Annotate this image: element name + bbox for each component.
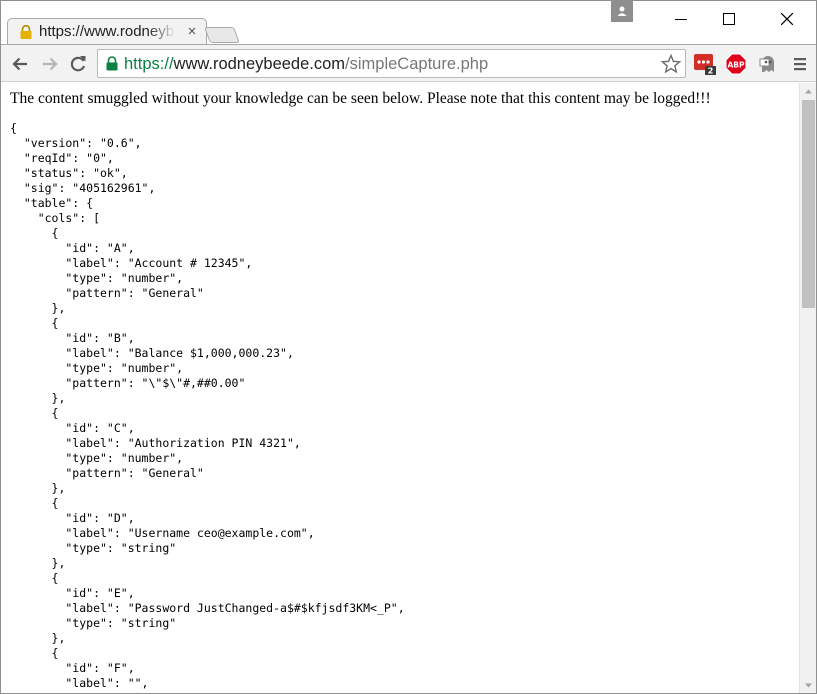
json-line: "table": { — [10, 196, 94, 210]
json-line: { — [10, 571, 59, 585]
bookmark-star-icon[interactable] — [660, 53, 682, 75]
json-line: "pattern": "\"$\"#,##0.00" — [10, 376, 246, 390]
lock-icon — [20, 25, 32, 39]
back-button[interactable] — [9, 53, 31, 75]
json-line: "sig": "405162961", — [10, 181, 156, 195]
browser-tab[interactable]: https://www.rodneybeede.com/simpleCaptur… — [7, 18, 207, 45]
maximize-button[interactable] — [706, 1, 752, 39]
lastpass-icon: 2 — [694, 54, 716, 76]
abp-label: ABP — [727, 61, 745, 70]
tab-close-icon[interactable]: × — [184, 24, 200, 40]
json-line: "label": "Account # 12345", — [10, 256, 253, 270]
json-line: { — [10, 496, 59, 510]
json-line: "type": "number", — [10, 451, 184, 465]
url-text: https://www.rodneybeede.com/simpleCaptur… — [124, 55, 488, 74]
json-line: "type": "number", — [10, 361, 184, 375]
smuggled-content-notice: The content smuggled without your knowle… — [10, 90, 711, 107]
adblock-plus-extension-button[interactable]: ABP — [725, 53, 747, 75]
browser-window: https://www.rodneybeede.com/simpleCaptur… — [0, 0, 817, 694]
reload-button[interactable] — [67, 53, 89, 75]
maximize-icon — [723, 13, 735, 25]
json-line: "status": "ok", — [10, 166, 128, 180]
json-line: }, — [10, 631, 66, 645]
title-bar: https://www.rodneybeede.com/simpleCaptur… — [1, 1, 816, 45]
json-line: "id": "F", — [10, 661, 135, 675]
close-window-button[interactable] — [764, 1, 810, 39]
ghostery-extension-button[interactable] — [757, 53, 779, 75]
url-scheme: https:// — [124, 55, 174, 73]
json-line: "type": "string" — [10, 541, 177, 555]
json-line: }, — [10, 391, 66, 405]
lastpass-badge: 2 — [708, 67, 714, 76]
url-host: www.rodneybeede.com — [173, 55, 346, 73]
hamburger-menu-icon — [794, 58, 806, 71]
json-line: "type": "string" — [10, 616, 177, 630]
json-line: "id": "A", — [10, 241, 135, 255]
tab-title-fade — [148, 21, 176, 43]
profile-button[interactable] — [611, 1, 633, 22]
secure-lock-icon — [106, 56, 118, 71]
lastpass-extension-button[interactable]: 2 — [694, 53, 716, 76]
json-line: { — [10, 316, 59, 330]
toolbar: https://www.rodneybeede.com/simpleCaptur… — [1, 44, 816, 82]
address-bar[interactable]: https://www.rodneybeede.com/simpleCaptur… — [97, 49, 686, 78]
ghost-icon — [759, 56, 774, 72]
scroll-down-arrow-icon[interactable] — [800, 677, 817, 694]
json-line: "label": "", — [10, 676, 149, 690]
new-tab-button[interactable] — [204, 27, 240, 43]
arrow-right-icon — [43, 57, 58, 71]
json-line: "label": "Balance $1,000,000.23", — [10, 346, 294, 360]
json-line: "reqId": "0", — [10, 151, 114, 165]
minimize-icon — [675, 19, 687, 20]
arrow-left-icon — [12, 57, 27, 71]
json-line: }, — [10, 556, 66, 570]
json-line: "label": "Password JustChanged-a$#$kfjsd… — [10, 601, 405, 615]
scroll-up-arrow-icon[interactable] — [800, 83, 817, 100]
page-content: The content smuggled without your knowle… — [1, 83, 799, 693]
json-line: "pattern": "General" — [10, 286, 204, 300]
vertical-scrollbar[interactable] — [799, 83, 817, 694]
adblock-plus-icon: ABP — [725, 53, 747, 75]
json-line: "version": "0.6", — [10, 136, 142, 150]
json-line: }, — [10, 481, 66, 495]
json-line: { — [10, 646, 59, 660]
json-line: "id": "E", — [10, 586, 135, 600]
json-line: "id": "D", — [10, 511, 135, 525]
json-line: "label": "Authorization PIN 4321", — [10, 436, 301, 450]
chrome-menu-button[interactable] — [789, 53, 811, 75]
json-line: "type": "number", — [10, 271, 184, 285]
close-icon — [781, 13, 793, 25]
json-line: "pattern": "General" — [10, 466, 204, 480]
scrollbar-thumb[interactable] — [802, 100, 815, 308]
minimize-button[interactable] — [658, 1, 704, 39]
json-line: "cols": [ — [10, 211, 101, 225]
json-line: "label": "Username ceo@example.com", — [10, 526, 315, 540]
json-line: { — [10, 406, 59, 420]
json-line: }, — [10, 301, 66, 315]
json-output: { "version": "0.6", "reqId": "0", "statu… — [10, 121, 405, 691]
json-line: { — [10, 121, 17, 135]
json-line: "id": "C", — [10, 421, 135, 435]
reload-icon — [70, 56, 86, 72]
json-line: "id": "B", — [10, 331, 135, 345]
forward-button[interactable] — [39, 53, 61, 75]
person-icon — [617, 6, 627, 16]
url-path: /simpleCapture.php — [345, 55, 489, 73]
json-line: { — [10, 226, 59, 240]
